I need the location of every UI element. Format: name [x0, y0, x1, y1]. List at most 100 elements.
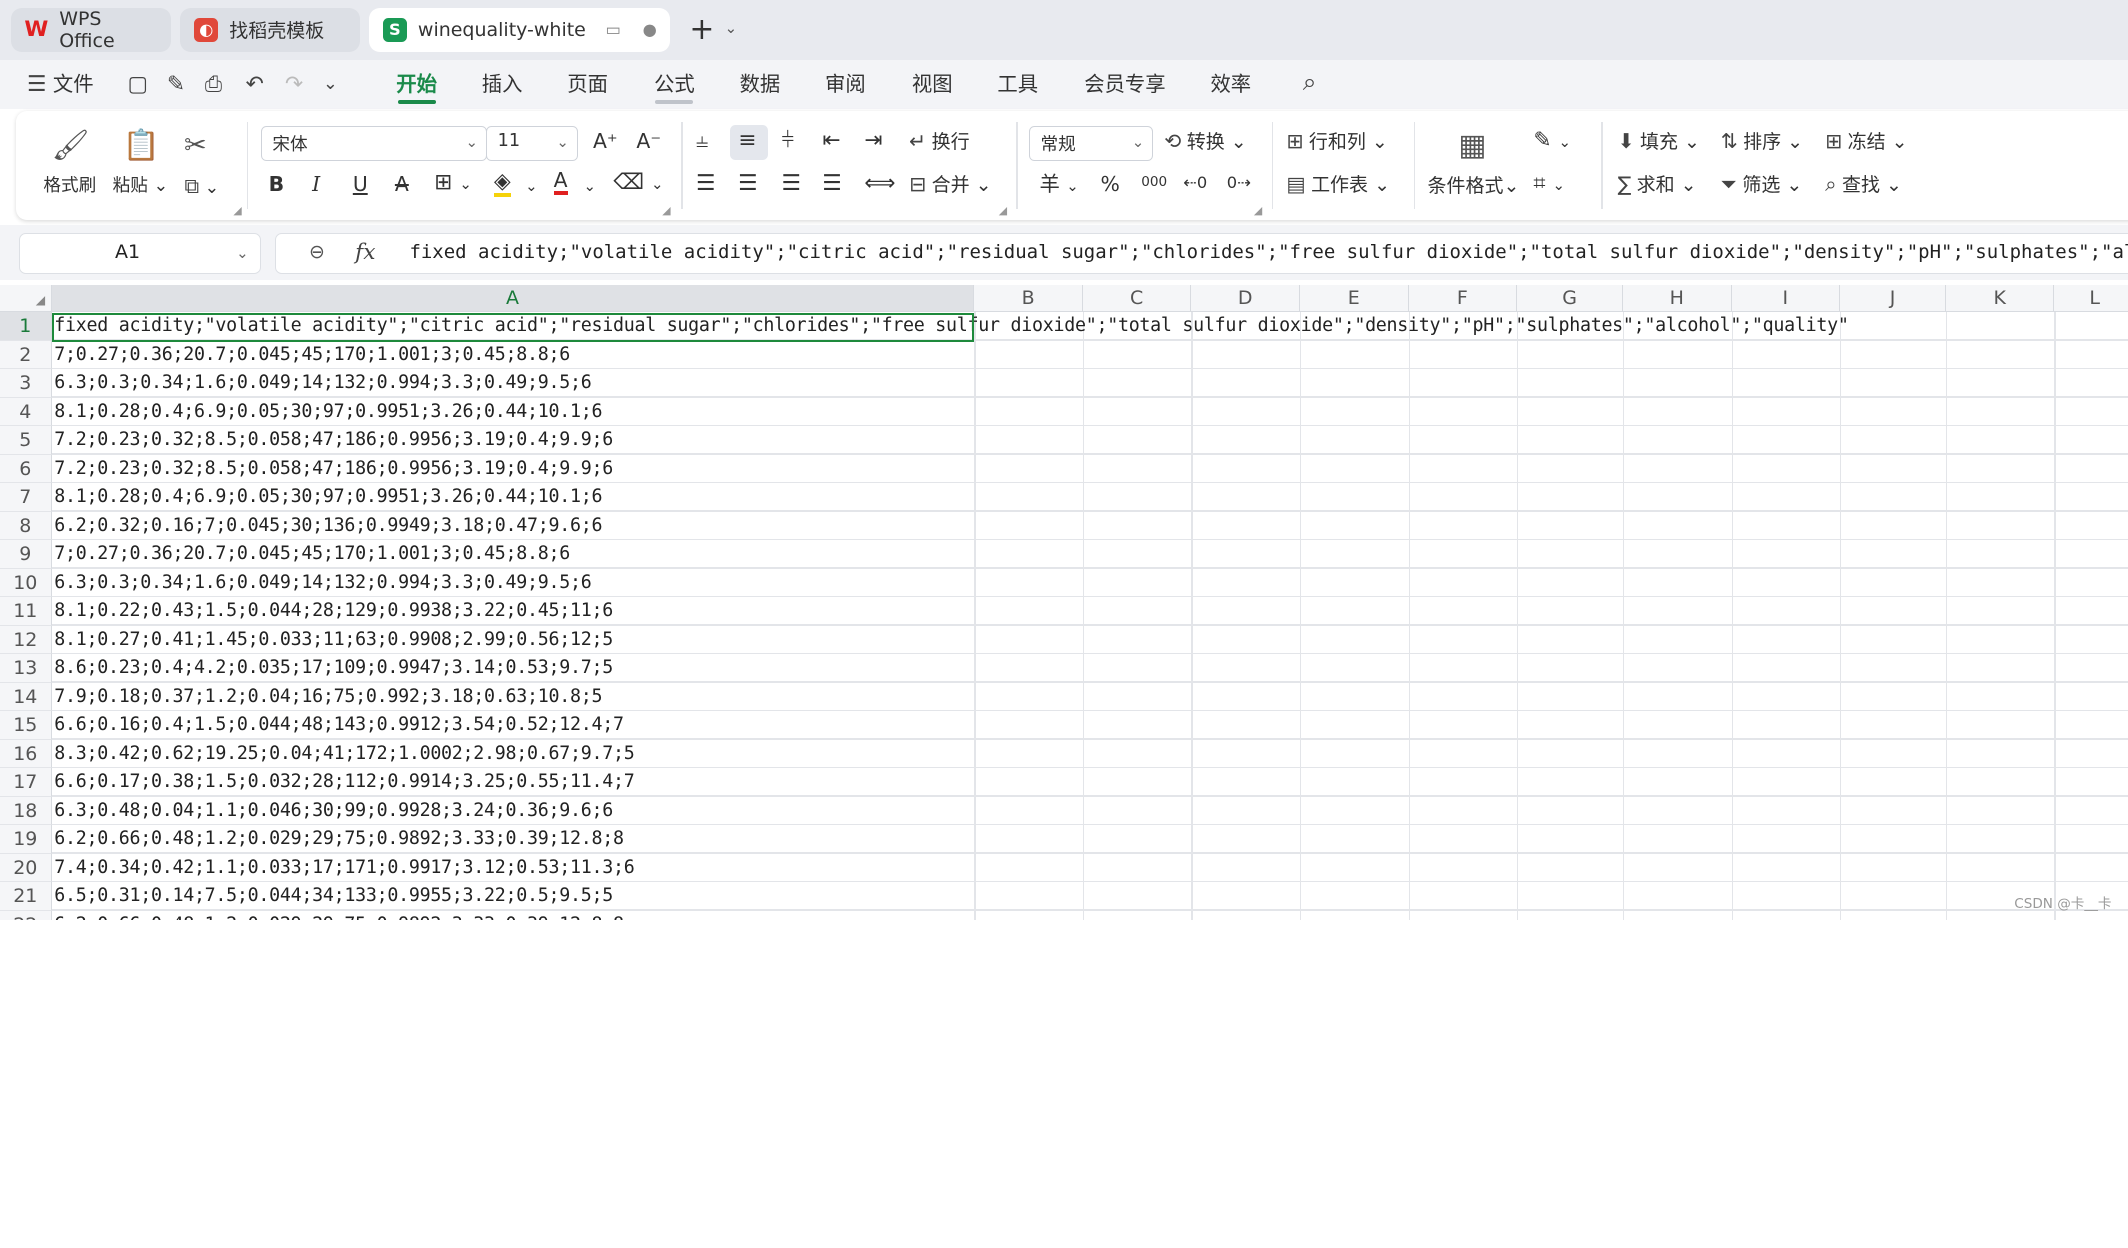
- column-header-g[interactable]: G: [1517, 284, 1623, 313]
- thousand-separator-button[interactable]: 000: [1141, 170, 1167, 194]
- paste-button[interactable]: 粘贴 ⌄: [113, 174, 169, 198]
- font-expand-icon[interactable]: ◢: [662, 204, 670, 217]
- redo-icon[interactable]: ↷: [285, 71, 303, 98]
- cell-a14[interactable]: 7.9;0.18;0.37;1.2;0.04;16;75;0.992;3.18;…: [54, 683, 602, 711]
- number-format-select[interactable]: 常规 ⌄: [1028, 126, 1154, 162]
- column-header-h[interactable]: H: [1622, 284, 1732, 313]
- cell-a21[interactable]: 6.5;0.31;0.14;7.5;0.044;34;133;0.9955;3.…: [54, 882, 613, 910]
- fx-icon[interactable]: fx: [355, 240, 375, 265]
- search-icon[interactable]: ⌕: [1303, 68, 1317, 95]
- menu-formula[interactable]: 公式: [654, 71, 695, 98]
- distributed-icon[interactable]: ⟺: [864, 172, 895, 196]
- cell-a18[interactable]: 6.3;0.48;0.04;1.1;0.046;30;99;0.9928;3.2…: [54, 797, 613, 825]
- fill-button[interactable]: ⬇ 填充 ⌄: [1618, 129, 1700, 154]
- cell-a20[interactable]: 7.4;0.34;0.42;1.1;0.033;17;171;0.9917;3.…: [54, 854, 634, 882]
- cut-icon[interactable]: ✂: [176, 128, 214, 163]
- increase-indent-icon[interactable]: ⇥: [864, 128, 882, 153]
- zoom-icon[interactable]: ⊖: [309, 241, 325, 263]
- cell-a10[interactable]: 6.3;0.3;0.34;1.6;0.049;14;132;0.994;3.3;…: [54, 569, 591, 597]
- undo-icon[interactable]: ↶: [246, 71, 264, 98]
- sum-button[interactable]: ∑ 求和 ⌄: [1618, 172, 1697, 197]
- row-header[interactable]: 14: [0, 682, 52, 712]
- quick-access-chevron-icon[interactable]: ⌄: [323, 71, 338, 98]
- justify-icon[interactable]: ☰: [822, 172, 841, 196]
- column-header-e[interactable]: E: [1300, 284, 1409, 313]
- copy-icon[interactable]: ⧉ ⌄: [185, 174, 220, 200]
- row-header[interactable]: 17: [0, 768, 52, 797]
- convert-button[interactable]: ⟲ 转换 ⌄: [1164, 129, 1246, 154]
- cell-a4[interactable]: 8.1;0.28;0.4;6.9;0.05;30;97;0.9951;3.26;…: [54, 398, 602, 426]
- formula-content[interactable]: fixed acidity;"volatile acidity";"citric…: [409, 241, 2127, 263]
- cell-style-icon[interactable]: ✎ ⌄: [1533, 128, 1571, 154]
- underline-button[interactable]: U: [353, 172, 368, 196]
- row-header[interactable]: 21: [0, 882, 52, 911]
- formula-input[interactable]: ⊖ fx fixed acidity;"volatile acidity";"c…: [275, 233, 2128, 275]
- font-name-select[interactable]: 宋体 ⌄: [260, 126, 488, 162]
- column-header-i[interactable]: I: [1731, 284, 1841, 313]
- row-header[interactable]: 6: [0, 454, 52, 484]
- row-header[interactable]: 15: [0, 711, 52, 740]
- align-center-icon[interactable]: ☰: [738, 172, 757, 196]
- row-header[interactable]: 13: [0, 654, 52, 683]
- merge-button[interactable]: ⊟ 合并 ⌄: [909, 172, 991, 197]
- column-header-j[interactable]: J: [1840, 284, 1946, 313]
- find-button[interactable]: ⌕ 查找 ⌄: [1825, 172, 1902, 197]
- bold-button[interactable]: B: [269, 172, 285, 196]
- font-color-button[interactable]: A: [553, 169, 568, 196]
- cell-a6[interactable]: 7.2;0.23;0.32;8.5;0.058;47;186;0.9956;3.…: [54, 455, 613, 483]
- column-header-d[interactable]: D: [1191, 284, 1300, 313]
- menu-page[interactable]: 页面: [567, 71, 608, 98]
- decrease-font-icon[interactable]: A⁻: [636, 129, 661, 153]
- column-header-k[interactable]: K: [1945, 284, 2055, 313]
- column-header-a[interactable]: A: [51, 284, 975, 313]
- menu-view[interactable]: 视图: [912, 71, 953, 98]
- tab-winequality-white[interactable]: S winequality-white ▭ ●: [369, 8, 671, 52]
- conditional-format-icon[interactable]: ▦: [1453, 128, 1491, 163]
- italic-button[interactable]: I: [312, 172, 320, 196]
- menu-tools[interactable]: 工具: [997, 71, 1038, 98]
- align-middle-icon[interactable]: ≡: [738, 128, 756, 153]
- select-all-corner[interactable]: ◢: [0, 284, 52, 313]
- chevron-down-icon[interactable]: ⌄: [236, 244, 249, 262]
- cell-a8[interactable]: 6.2;0.32;0.16;7;0.045;30;136;0.9949;3.18…: [54, 512, 602, 540]
- format-painter-icon[interactable]: 🖌: [52, 128, 90, 163]
- worksheet-button[interactable]: ▤ 工作表 ⌄: [1286, 172, 1390, 197]
- crop-icon[interactable]: ⌗ ⌄: [1533, 172, 1565, 197]
- tab-docer-templates[interactable]: ◐ 找稻壳模板: [180, 8, 360, 52]
- cell-a2[interactable]: 7;0.27;0.36;20.7;0.045;45;170;1.001;3;0.…: [54, 341, 570, 369]
- cell-a12[interactable]: 8.1;0.27;0.41;1.45;0.033;11;63;0.9908;2.…: [54, 626, 613, 654]
- sort-button[interactable]: ⇅ 排序 ⌄: [1721, 129, 1803, 154]
- percent-button[interactable]: %: [1101, 172, 1120, 196]
- row-header[interactable]: 19: [0, 825, 52, 854]
- column-header-l[interactable]: L: [2054, 284, 2128, 313]
- font-size-select[interactable]: 11 ⌄: [485, 126, 579, 162]
- save-icon[interactable]: ▢: [128, 71, 149, 98]
- border-icon[interactable]: ⊞ ⌄: [434, 170, 472, 196]
- alignment-expand-icon[interactable]: ◢: [999, 204, 1007, 217]
- align-top-icon[interactable]: ⫨: [696, 128, 708, 153]
- spreadsheet-grid[interactable]: ◢ A B C D E F G H I J K L 1 fixed acidity;"volatile a…: [0, 284, 2128, 921]
- row-header[interactable]: 7: [0, 483, 52, 512]
- tab-dot-icon[interactable]: ●: [643, 20, 657, 39]
- cell-a15[interactable]: 6.6;0.16;0.4;1.5;0.044;48;143;0.9912;3.5…: [54, 711, 624, 739]
- new-tab-plus-icon[interactable]: +: [689, 13, 714, 47]
- row-header[interactable]: 2: [0, 340, 52, 370]
- row-header[interactable]: 5: [0, 426, 52, 455]
- row-header[interactable]: 4: [0, 397, 52, 427]
- chevron-down-icon[interactable]: ⌄: [725, 19, 738, 37]
- row-header[interactable]: 16: [0, 739, 52, 769]
- name-box[interactable]: A1 ⌄: [18, 233, 261, 275]
- row-header[interactable]: 12: [0, 625, 52, 655]
- row-header[interactable]: 11: [0, 597, 52, 626]
- menu-member[interactable]: 会员专享: [1084, 71, 1165, 98]
- monitor-icon[interactable]: ▭: [606, 20, 621, 39]
- filter-button[interactable]: ⏷ 筛选 ⌄: [1721, 172, 1803, 197]
- wrap-text-button[interactable]: ↵ 换行: [909, 129, 969, 154]
- print-preview-icon[interactable]: ⎙: [205, 71, 222, 98]
- format-painter-button[interactable]: 格式刷: [43, 174, 96, 198]
- hamburger-icon[interactable]: ☰: [27, 71, 46, 98]
- row-header[interactable]: 1: [0, 312, 52, 341]
- menu-home[interactable]: 开始: [396, 71, 437, 98]
- menu-data[interactable]: 数据: [740, 71, 781, 98]
- cell-a3[interactable]: 6.3;0.3;0.34;1.6;0.049;14;132;0.994;3.3;…: [54, 369, 591, 397]
